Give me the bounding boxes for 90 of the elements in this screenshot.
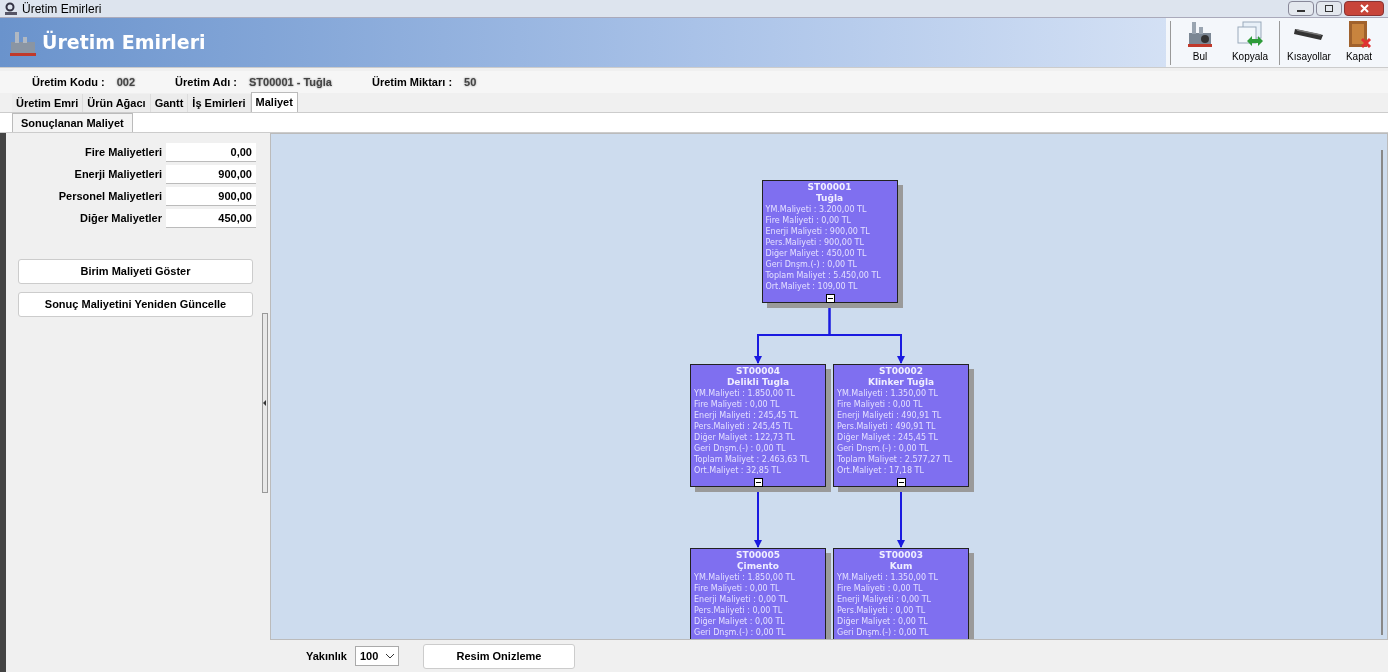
info-value: 002: [116, 74, 136, 90]
node-cost-line: YM.Maliyeti : 3.200,00 TL: [765, 204, 868, 215]
node-cost-line: YM.Maliyeti : 1.850,00 TL: [694, 388, 796, 399]
cost-label: Personel Maliyetleri: [58, 188, 162, 204]
node-cost-line: Geri Dnşm.(-) : 0,00 TL: [694, 443, 787, 454]
node-cost-line: Enerji Maliyeti : 490,91 TL: [837, 410, 943, 421]
collapse-icon[interactable]: [897, 478, 906, 487]
node-cost-line: Ort.Maliyet : 17,18 TL: [837, 465, 925, 476]
tab[interactable]: Maliyet: [250, 92, 298, 112]
maximize-button[interactable]: [1316, 1, 1342, 16]
node-cost-line: Pers.Maliyeti : 245,45 TL: [694, 421, 794, 432]
toolbar-button[interactable]: Kapat: [1334, 18, 1384, 67]
cost-field[interactable]: 0,00: [166, 142, 256, 162]
node-code: ST00001: [807, 182, 852, 193]
node-cost-line: Diğer Maliyet : 0,00 TL: [837, 616, 929, 627]
node-code: ST00005: [736, 550, 780, 561]
toolbar-button[interactable]: Kopyala: [1225, 18, 1275, 67]
node-code: ST00004: [736, 366, 780, 377]
node-cost-line: Enerji Maliyeti : 0,00 TL: [837, 594, 933, 605]
cost-label: Enerji Maliyetleri: [74, 166, 162, 182]
node-cost-line: Fire Maliyeti : 0,00 TL: [694, 583, 781, 594]
node-cost-line: YM.Maliyeti : 1.350,00 TL: [837, 388, 939, 399]
node-cost-line: Pers.Maliyeti : 0,00 TL: [694, 605, 784, 616]
node-cost-line: Geri Dnşm.(-) : 0,00 TL: [837, 443, 930, 454]
info-label: Üretim Adı :: [175, 74, 238, 90]
collapse-icon[interactable]: [825, 294, 835, 303]
node-cost-line: Diğer Maliyet : 0,00 TL: [694, 616, 786, 627]
toolbar-button[interactable]: Kısayollar: [1284, 18, 1334, 67]
info-value: 50: [464, 74, 477, 90]
node-name: Tuğla: [815, 193, 844, 204]
toolbar-button[interactable]: Bul: [1175, 18, 1225, 67]
node-cost-line: YM.Maliyeti : 1.850,00 TL: [694, 572, 796, 583]
node-cost-line: Ort.Maliyet : 109,00 TL: [765, 281, 859, 292]
node-cost-line: Pers.Maliyeti : 0,00 TL: [837, 605, 927, 616]
collapse-icon[interactable]: [754, 478, 763, 487]
splitter-handle[interactable]: [262, 312, 268, 493]
preview-button[interactable]: Resim Onizleme: [423, 643, 575, 669]
node-code: ST00002: [879, 366, 923, 377]
node-cost-line: Fire Maliyeti : 0,00 TL: [694, 399, 781, 410]
chevron-down-icon: [386, 653, 394, 659]
node-cost-line: Enerji Maliyeti : 900,00 TL: [765, 226, 871, 237]
node-cost-line: Fire Maliyeti : 0,00 TL: [837, 583, 924, 594]
zoom-select[interactable]: 100: [355, 646, 399, 666]
node-cost-line: Fire Maliyeti : 0,00 TL: [837, 399, 924, 410]
tab[interactable]: Sonuçlanan Maliyet: [12, 113, 133, 132]
cost-field[interactable]: 900,00: [166, 164, 256, 184]
node-cost-line: Toplam Maliyet : 2.577,27 TL: [837, 454, 954, 465]
node-cost-line: Toplam Maliyet : 2.463,63 TL: [694, 454, 811, 465]
node-name: Kum: [889, 561, 913, 572]
node-cost-line: Geri Dnşm.(-) : 0,00 TL: [837, 627, 930, 638]
node-name: Klinker Tuğla: [867, 377, 935, 388]
tab[interactable]: Üretim Emri: [12, 94, 84, 112]
node-cost-line: YM.Maliyeti : 1.350,00 TL: [837, 572, 939, 583]
scrollbar[interactable]: [1381, 150, 1383, 635]
minimize-button[interactable]: [1288, 1, 1314, 16]
close-icon: [1359, 4, 1369, 13]
zoom-label: Yakınlık: [306, 648, 347, 664]
node-cost-line: Enerji Maliyeti : 245,45 TL: [694, 410, 800, 421]
node-cost-line: Pers.Maliyeti : 900,00 TL: [765, 237, 865, 248]
node-cost-line: Pers.Maliyeti : 490,91 TL: [837, 421, 937, 432]
window-title: Üretim Emirleri: [22, 0, 102, 18]
action-button[interactable]: Sonuç Maliyetini Yeniden Güncelle: [18, 292, 253, 317]
node-name: Çimento: [736, 561, 780, 572]
close-button[interactable]: [1344, 1, 1384, 16]
banner-title: Üretim Emirleri: [42, 29, 206, 56]
info-value: ST00001 - Tuğla: [249, 74, 332, 90]
node-cost-line: Geri Dnşm.(-) : 0,00 TL: [694, 627, 787, 638]
node-cost-line: Diğer Maliyet : 450,00 TL: [765, 248, 868, 259]
cost-label: Diğer Maliyetler: [80, 210, 162, 226]
info-label: Üretim Miktarı :: [371, 74, 453, 90]
factory-icon: [1185, 19, 1215, 49]
node-cost-line: Fire Maliyeti : 0,00 TL: [765, 215, 853, 226]
cost-field[interactable]: 900,00: [166, 186, 256, 206]
node-name: Delikli Tugla: [726, 377, 790, 388]
gear-icon: [4, 1, 18, 16]
info-label: Üretim Kodu :: [32, 74, 105, 90]
tab[interactable]: Ürün Ağacı: [83, 94, 151, 112]
cost-field[interactable]: 450,00: [166, 208, 256, 228]
node-cost-line: Diğer Maliyet : 245,45 TL: [837, 432, 939, 443]
keyboard-icon: [1294, 28, 1324, 40]
node-cost-line: Diğer Maliyet : 122,73 TL: [694, 432, 796, 443]
tab[interactable]: Gantt: [150, 94, 189, 112]
node-cost-line: Geri Dnşm.(-) : 0,00 TL: [765, 259, 859, 270]
node-cost-line: Ort.Maliyet : 32,85 TL: [694, 465, 782, 476]
node-cost-line: Toplam Maliyet : 5.450,00 TL: [765, 270, 882, 281]
node-code: ST00003: [879, 550, 923, 561]
node-cost-line: Enerji Maliyeti : 0,00 TL: [694, 594, 790, 605]
action-button[interactable]: Birim Maliyeti Göster: [18, 259, 253, 284]
cost-label: Fire Maliyetleri: [84, 144, 162, 160]
tab[interactable]: İş Emirleri: [188, 94, 251, 112]
